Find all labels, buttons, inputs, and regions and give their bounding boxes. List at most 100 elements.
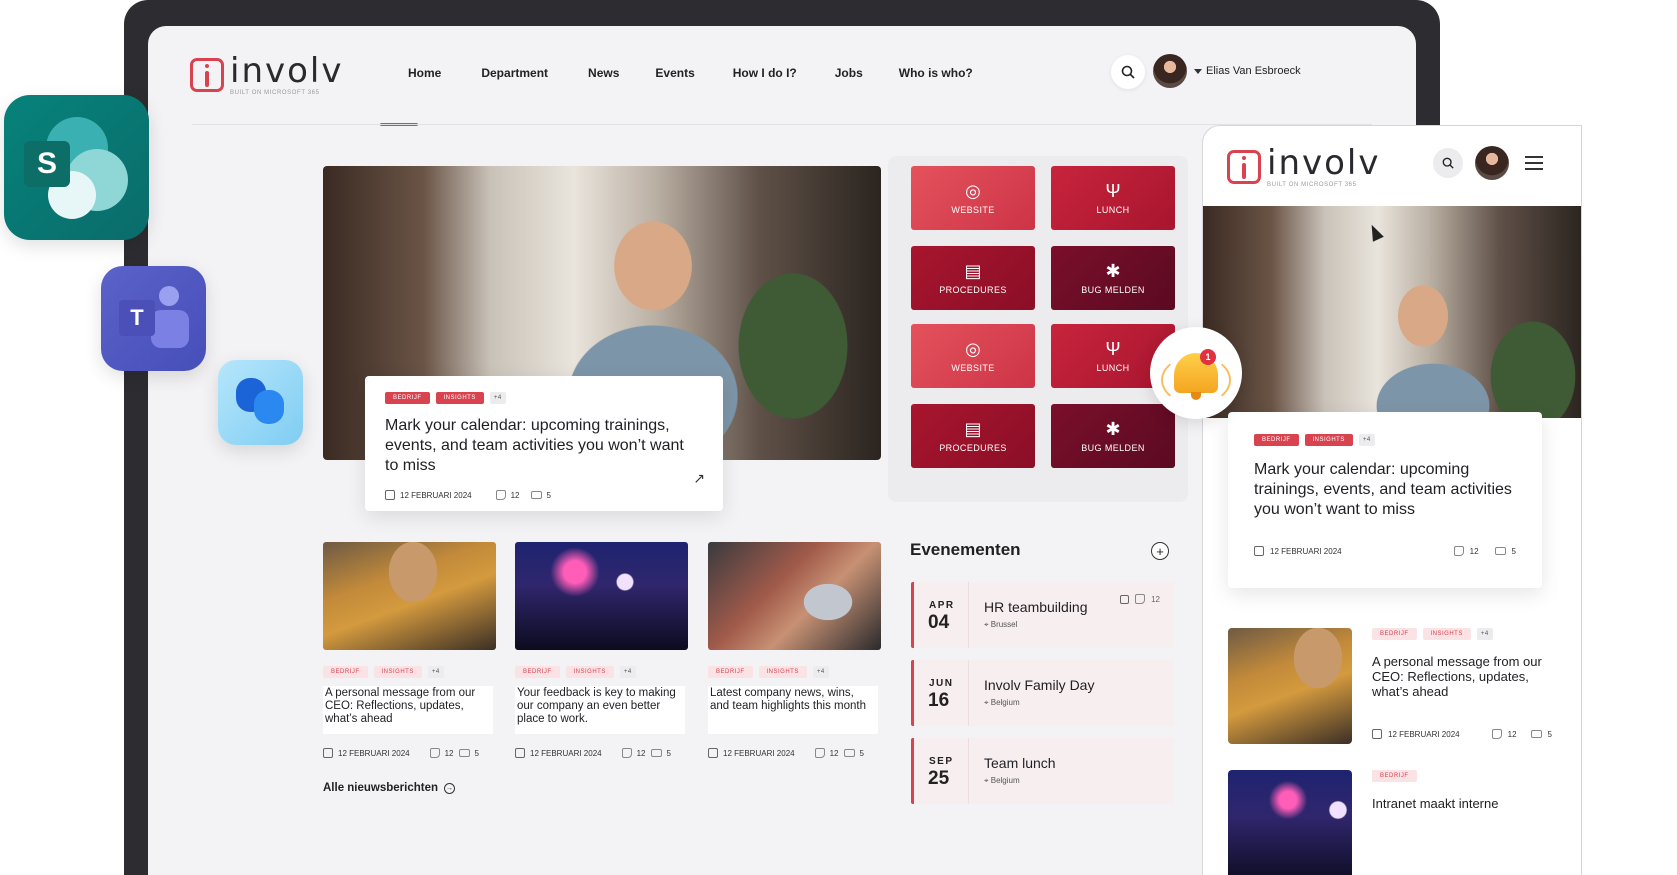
tag-more[interactable]: +4 [1476, 628, 1493, 640]
mobile-hero-image[interactable] [1203, 206, 1581, 418]
event-item[interactable]: SEP 25 Team lunch ⌖ Belgium [911, 738, 1174, 804]
tag[interactable]: INSIGHTS [435, 392, 484, 404]
mobile-news-tags: BEDRIJF [1372, 770, 1552, 782]
tile-procedures[interactable]: ▤ PROCEDURES [911, 246, 1035, 310]
tag-more[interactable]: +4 [489, 392, 506, 404]
like-icon[interactable] [1135, 594, 1146, 604]
tag[interactable]: INSIGHTS [565, 666, 614, 678]
tag[interactable]: BEDRIJF [1372, 628, 1417, 640]
news-image[interactable] [515, 542, 688, 650]
comment-icon[interactable] [650, 749, 662, 757]
add-event-button[interactable]: + [1151, 542, 1169, 560]
nav-item-jobs[interactable]: Jobs [835, 66, 863, 80]
tag[interactable]: BEDRIJF [1254, 434, 1299, 446]
tag[interactable]: BEDRIJF [385, 392, 430, 404]
nav-item-department[interactable]: Department [481, 66, 548, 80]
tag[interactable]: INSIGHTS [1304, 434, 1353, 446]
news-image[interactable] [708, 542, 881, 650]
news-image[interactable] [323, 542, 496, 650]
teams-letter: T [119, 300, 155, 336]
tile-procedures[interactable]: ▤ PROCEDURES [911, 404, 1035, 468]
nav-item-news[interactable]: News [588, 66, 619, 80]
marketing-composition: involv BUILT ON MICROSOFT 365 Home Depar… [0, 0, 1677, 875]
news-card[interactable]: BEDRIJF INSIGHTS +4 Latest company news,… [708, 542, 881, 758]
nav-item-events[interactable]: Events [655, 66, 694, 80]
event-location: ⌖ Brussel [984, 620, 1018, 629]
tag-more[interactable]: +4 [619, 666, 636, 678]
news-title[interactable]: Your feedback is key to making our compa… [515, 686, 685, 734]
comment-icon[interactable] [1494, 547, 1506, 555]
bug-icon: ✱ [1105, 418, 1121, 439]
user-avatar[interactable] [1153, 54, 1187, 88]
tile-website[interactable]: ◎ WEBSITE [911, 324, 1035, 388]
news-likes: 12 [444, 748, 454, 758]
mobile-user-avatar[interactable] [1475, 146, 1509, 180]
search-icon [1442, 157, 1454, 169]
mobile-news-title[interactable]: Intranet maakt interne [1372, 796, 1552, 811]
tag[interactable]: BEDRIJF [708, 666, 753, 678]
like-icon[interactable] [621, 748, 632, 758]
tile-bug-melden[interactable]: ✱ BUG MELDEN [1051, 246, 1175, 310]
tile-bug-melden[interactable]: ✱ BUG MELDEN [1051, 404, 1175, 468]
mobile-news-meta: 12 FEBRUARI 2024 12 5 [1372, 729, 1552, 739]
news-title[interactable]: A personal message from our CEO: Reflect… [323, 686, 493, 734]
event-name[interactable]: Team lunch [984, 755, 1056, 771]
calendar-icon [385, 490, 395, 500]
nav-item-how-do-i[interactable]: How I do I? [733, 66, 797, 80]
mobile-news-image[interactable] [1228, 628, 1352, 744]
mobile-hero-comments: 5 [1511, 546, 1516, 556]
mobile-news-title[interactable]: A personal message from our CEO: Reflect… [1372, 654, 1552, 699]
mobile-news-image[interactable] [1228, 770, 1352, 875]
comment-icon[interactable] [530, 491, 542, 499]
chevron-down-icon[interactable] [1194, 69, 1202, 74]
like-icon[interactable] [814, 748, 825, 758]
like-icon[interactable] [429, 748, 440, 758]
news-title[interactable]: Latest company news, wins, and team high… [708, 686, 878, 734]
hamburger-menu-icon[interactable] [1525, 156, 1543, 170]
mobile-hero-tags: BEDRIJF INSIGHTS +4 [1254, 434, 1516, 446]
tag[interactable]: BEDRIJF [323, 666, 368, 678]
notification-bell-button[interactable]: 1 [1150, 327, 1242, 419]
hero-title[interactable]: Mark your calendar: upcoming trainings, … [385, 416, 685, 476]
event-actions: 12 [1120, 594, 1160, 604]
nav-item-who-is-who[interactable]: Who is who? [899, 66, 973, 80]
like-icon[interactable] [1453, 546, 1464, 556]
tag[interactable]: INSIGHTS [373, 666, 422, 678]
calendar-icon [323, 748, 333, 758]
tile-lunch[interactable]: Ψ LUNCH [1051, 166, 1175, 230]
brand-logo[interactable]: involv BUILT ON MICROSOFT 365 [190, 54, 344, 96]
mobile-hero-title[interactable]: Mark your calendar: upcoming trainings, … [1254, 460, 1524, 520]
event-item[interactable]: JUN 16 Involv Family Day ⌖ Belgium [911, 660, 1174, 726]
event-item[interactable]: APR 04 HR teambuilding ⌖ Brussel 12 [911, 582, 1174, 648]
event-name[interactable]: Involv Family Day [984, 677, 1094, 693]
tile-website[interactable]: ◎ WEBSITE [911, 166, 1035, 230]
nav-item-home[interactable]: Home [408, 66, 441, 80]
comment-icon[interactable] [1530, 730, 1542, 738]
header-divider [192, 124, 1372, 125]
tag[interactable]: BEDRIJF [1372, 770, 1417, 782]
document-icon: ▤ [964, 260, 982, 281]
like-icon[interactable] [495, 490, 506, 500]
news-card[interactable]: BEDRIJF INSIGHTS +4 Your feedback is key… [515, 542, 688, 758]
tag[interactable]: INSIGHTS [1422, 628, 1471, 640]
mobile-hero-card[interactable]: BEDRIJF INSIGHTS +4 Mark your calendar: … [1228, 412, 1542, 588]
tag-more[interactable]: +4 [812, 666, 829, 678]
event-name[interactable]: HR teambuilding [984, 599, 1088, 615]
mobile-search-button[interactable] [1433, 148, 1463, 178]
calendar-add-icon[interactable] [1120, 594, 1130, 604]
open-arrow-icon[interactable]: ↗ [693, 470, 705, 487]
all-news-link[interactable]: Alle nieuwsberichten → [323, 782, 456, 794]
hero-card[interactable]: BEDRIJF INSIGHTS +4 Mark your calendar: … [365, 376, 723, 511]
user-name[interactable]: Elias Van Esbroeck [1206, 65, 1301, 77]
sharepoint-app-icon: S [4, 95, 149, 240]
search-button[interactable] [1111, 55, 1145, 89]
comment-icon[interactable] [458, 749, 470, 757]
tag[interactable]: INSIGHTS [758, 666, 807, 678]
mobile-brand-logo[interactable]: involv BUILT ON MICROSOFT 365 [1227, 146, 1381, 188]
comment-icon[interactable] [843, 749, 855, 757]
news-card[interactable]: BEDRIJF INSIGHTS +4 A personal message f… [323, 542, 496, 758]
tag[interactable]: BEDRIJF [515, 666, 560, 678]
tag-more[interactable]: +4 [427, 666, 444, 678]
tag-more[interactable]: +4 [1358, 434, 1375, 446]
like-icon[interactable] [1491, 729, 1502, 739]
